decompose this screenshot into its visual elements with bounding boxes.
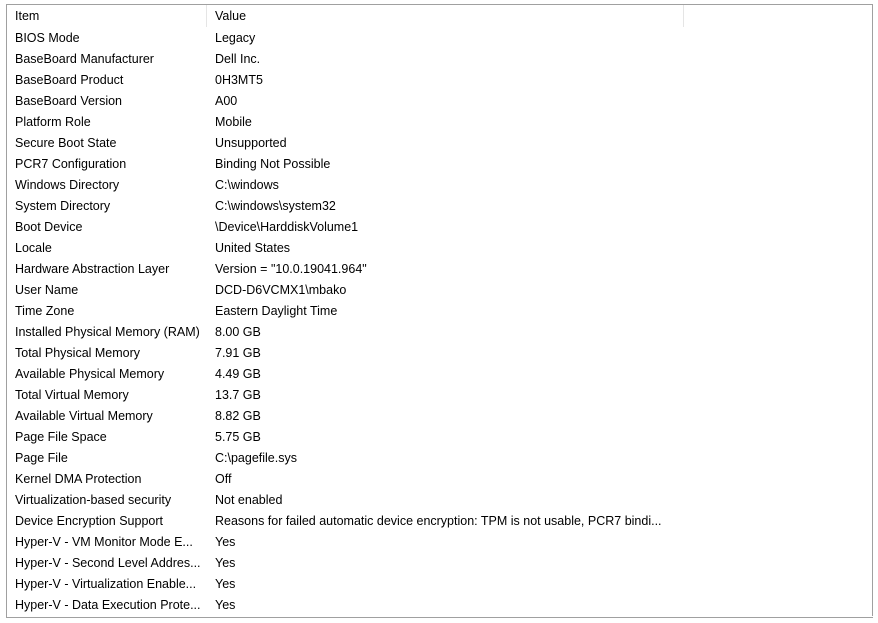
table-row[interactable]: Page File Space 5.75 GB (7, 427, 873, 448)
table-row[interactable]: Hardware Abstraction Layer Version = "10.… (7, 259, 873, 280)
item-cell: Platform Role (15, 115, 91, 129)
list-header: Item Value (7, 5, 873, 27)
table-row[interactable]: Hyper-V - VM Monitor Mode E... Yes (7, 532, 873, 553)
item-cell: BIOS Mode (15, 31, 80, 45)
item-cell: Available Physical Memory (15, 367, 165, 381)
item-cell: Boot Device (15, 220, 83, 234)
column-header-value[interactable]: Value (207, 5, 684, 27)
item-cell: Hyper-V - VM Monitor Mode E... (15, 535, 193, 549)
value-cell: DCD-D6VCMX1\mbako (215, 283, 347, 297)
item-cell: Hyper-V - Virtualization Enable... (15, 577, 197, 591)
item-cell: BaseBoard Version (15, 94, 123, 108)
item-cell: Windows Directory (15, 178, 120, 192)
value-cell: 7.91 GB (215, 346, 261, 360)
value-cell: C:\pagefile.sys (215, 451, 297, 465)
table-row[interactable]: Windows Directory C:\windows (7, 175, 873, 196)
value-cell: A00 (215, 94, 238, 108)
table-row[interactable]: Available Virtual Memory 8.82 GB (7, 406, 873, 427)
list-rows: BIOS Mode Legacy BaseBoard Manufacturer Del… (7, 28, 873, 616)
table-row[interactable]: BIOS Mode Legacy (7, 28, 873, 49)
value-cell: Yes (215, 577, 236, 591)
item-cell: Virtualization-based security (15, 493, 172, 507)
value-cell: Binding Not Possible (215, 157, 331, 171)
value-cell: Eastern Daylight Time (215, 304, 338, 318)
value-cell: United States (215, 241, 291, 255)
item-cell: BaseBoard Product (15, 73, 124, 87)
item-cell: BaseBoard Manufacturer (15, 52, 154, 66)
table-row[interactable]: Hyper-V - Data Execution Prote... Yes (7, 595, 873, 616)
item-cell: Kernel DMA Protection (15, 472, 142, 486)
item-cell: Page File (15, 451, 68, 465)
item-cell: PCR7 Configuration (15, 157, 127, 171)
system-summary-list[interactable]: Item Value BIOS Mode Legacy BaseBoard Manu… (6, 4, 873, 618)
value-cell: Not enabled (215, 493, 283, 507)
value-cell: Dell Inc. (215, 52, 261, 66)
item-cell: Hyper-V - Data Execution Prote... (15, 598, 201, 612)
table-row[interactable]: Secure Boot State Unsupported (7, 133, 873, 154)
value-cell: Reasons for failed automatic device encr… (215, 514, 662, 528)
table-row[interactable]: Device Encryption Support Reasons for fai… (7, 511, 873, 532)
table-row[interactable]: Hyper-V - Virtualization Enable... Yes (7, 574, 873, 595)
table-row[interactable]: Total Physical Memory 7.91 GB (7, 343, 873, 364)
value-cell: Yes (215, 556, 236, 570)
table-row[interactable]: Installed Physical Memory (RAM) 8.00 GB (7, 322, 873, 343)
item-cell: Page File Space (15, 430, 107, 444)
value-cell: Yes (215, 535, 236, 549)
item-cell: User Name (15, 283, 79, 297)
table-row[interactable]: Boot Device \Device\HarddiskVolume1 (7, 217, 873, 238)
value-cell: 8.82 GB (215, 409, 261, 423)
table-row[interactable]: Platform Role Mobile (7, 112, 873, 133)
table-row[interactable]: Kernel DMA Protection Off (7, 469, 873, 490)
table-row[interactable]: Hyper-V - Second Level Addres... Yes (7, 553, 873, 574)
value-cell: Unsupported (215, 136, 287, 150)
table-row[interactable]: Time Zone Eastern Daylight Time (7, 301, 873, 322)
table-row[interactable]: Virtualization-based security Not enabled (7, 490, 873, 511)
value-cell: Legacy (215, 31, 256, 45)
value-cell: Mobile (215, 115, 252, 129)
column-header-item[interactable]: Item (7, 5, 207, 27)
value-cell: 0H3MT5 (215, 73, 263, 87)
value-cell: \Device\HarddiskVolume1 (215, 220, 359, 234)
item-cell: Available Virtual Memory (15, 409, 153, 423)
table-row[interactable]: PCR7 Configuration Binding Not Possible (7, 154, 873, 175)
item-cell: System Directory (15, 199, 111, 213)
item-cell: Hardware Abstraction Layer (15, 262, 170, 276)
table-row[interactable]: System Directory C:\windows\system32 (7, 196, 873, 217)
value-cell: Yes (215, 598, 236, 612)
value-cell: 5.75 GB (215, 430, 261, 444)
table-row[interactable]: User Name DCD-D6VCMX1\mbako (7, 280, 873, 301)
item-cell: Locale (15, 241, 52, 255)
item-cell: Total Physical Memory (15, 346, 141, 360)
table-row[interactable]: Available Physical Memory 4.49 GB (7, 364, 873, 385)
item-cell: Secure Boot State (15, 136, 117, 150)
list-right-border (872, 4, 873, 616)
item-cell: Total Virtual Memory (15, 388, 129, 402)
table-row[interactable]: Total Virtual Memory 13.7 GB (7, 385, 873, 406)
value-cell: C:\windows\system32 (215, 199, 336, 213)
table-row[interactable]: Locale United States (7, 238, 873, 259)
item-cell: Device Encryption Support (15, 514, 163, 528)
table-row[interactable]: BaseBoard Version A00 (7, 91, 873, 112)
table-row[interactable]: BaseBoard Manufacturer Dell Inc. (7, 49, 873, 70)
value-cell: 8.00 GB (215, 325, 261, 339)
value-cell: 4.49 GB (215, 367, 261, 381)
value-cell: C:\windows (215, 178, 279, 192)
item-cell: Hyper-V - Second Level Addres... (15, 556, 201, 570)
value-cell: 13.7 GB (215, 388, 261, 402)
item-cell: Time Zone (15, 304, 75, 318)
table-row[interactable]: Page File C:\pagefile.sys (7, 448, 873, 469)
item-cell: Installed Physical Memory (RAM) (15, 325, 200, 339)
table-row[interactable]: BaseBoard Product 0H3MT5 (7, 70, 873, 91)
value-cell: Version = "10.0.19041.964" (215, 262, 367, 276)
value-cell: Off (215, 472, 232, 486)
